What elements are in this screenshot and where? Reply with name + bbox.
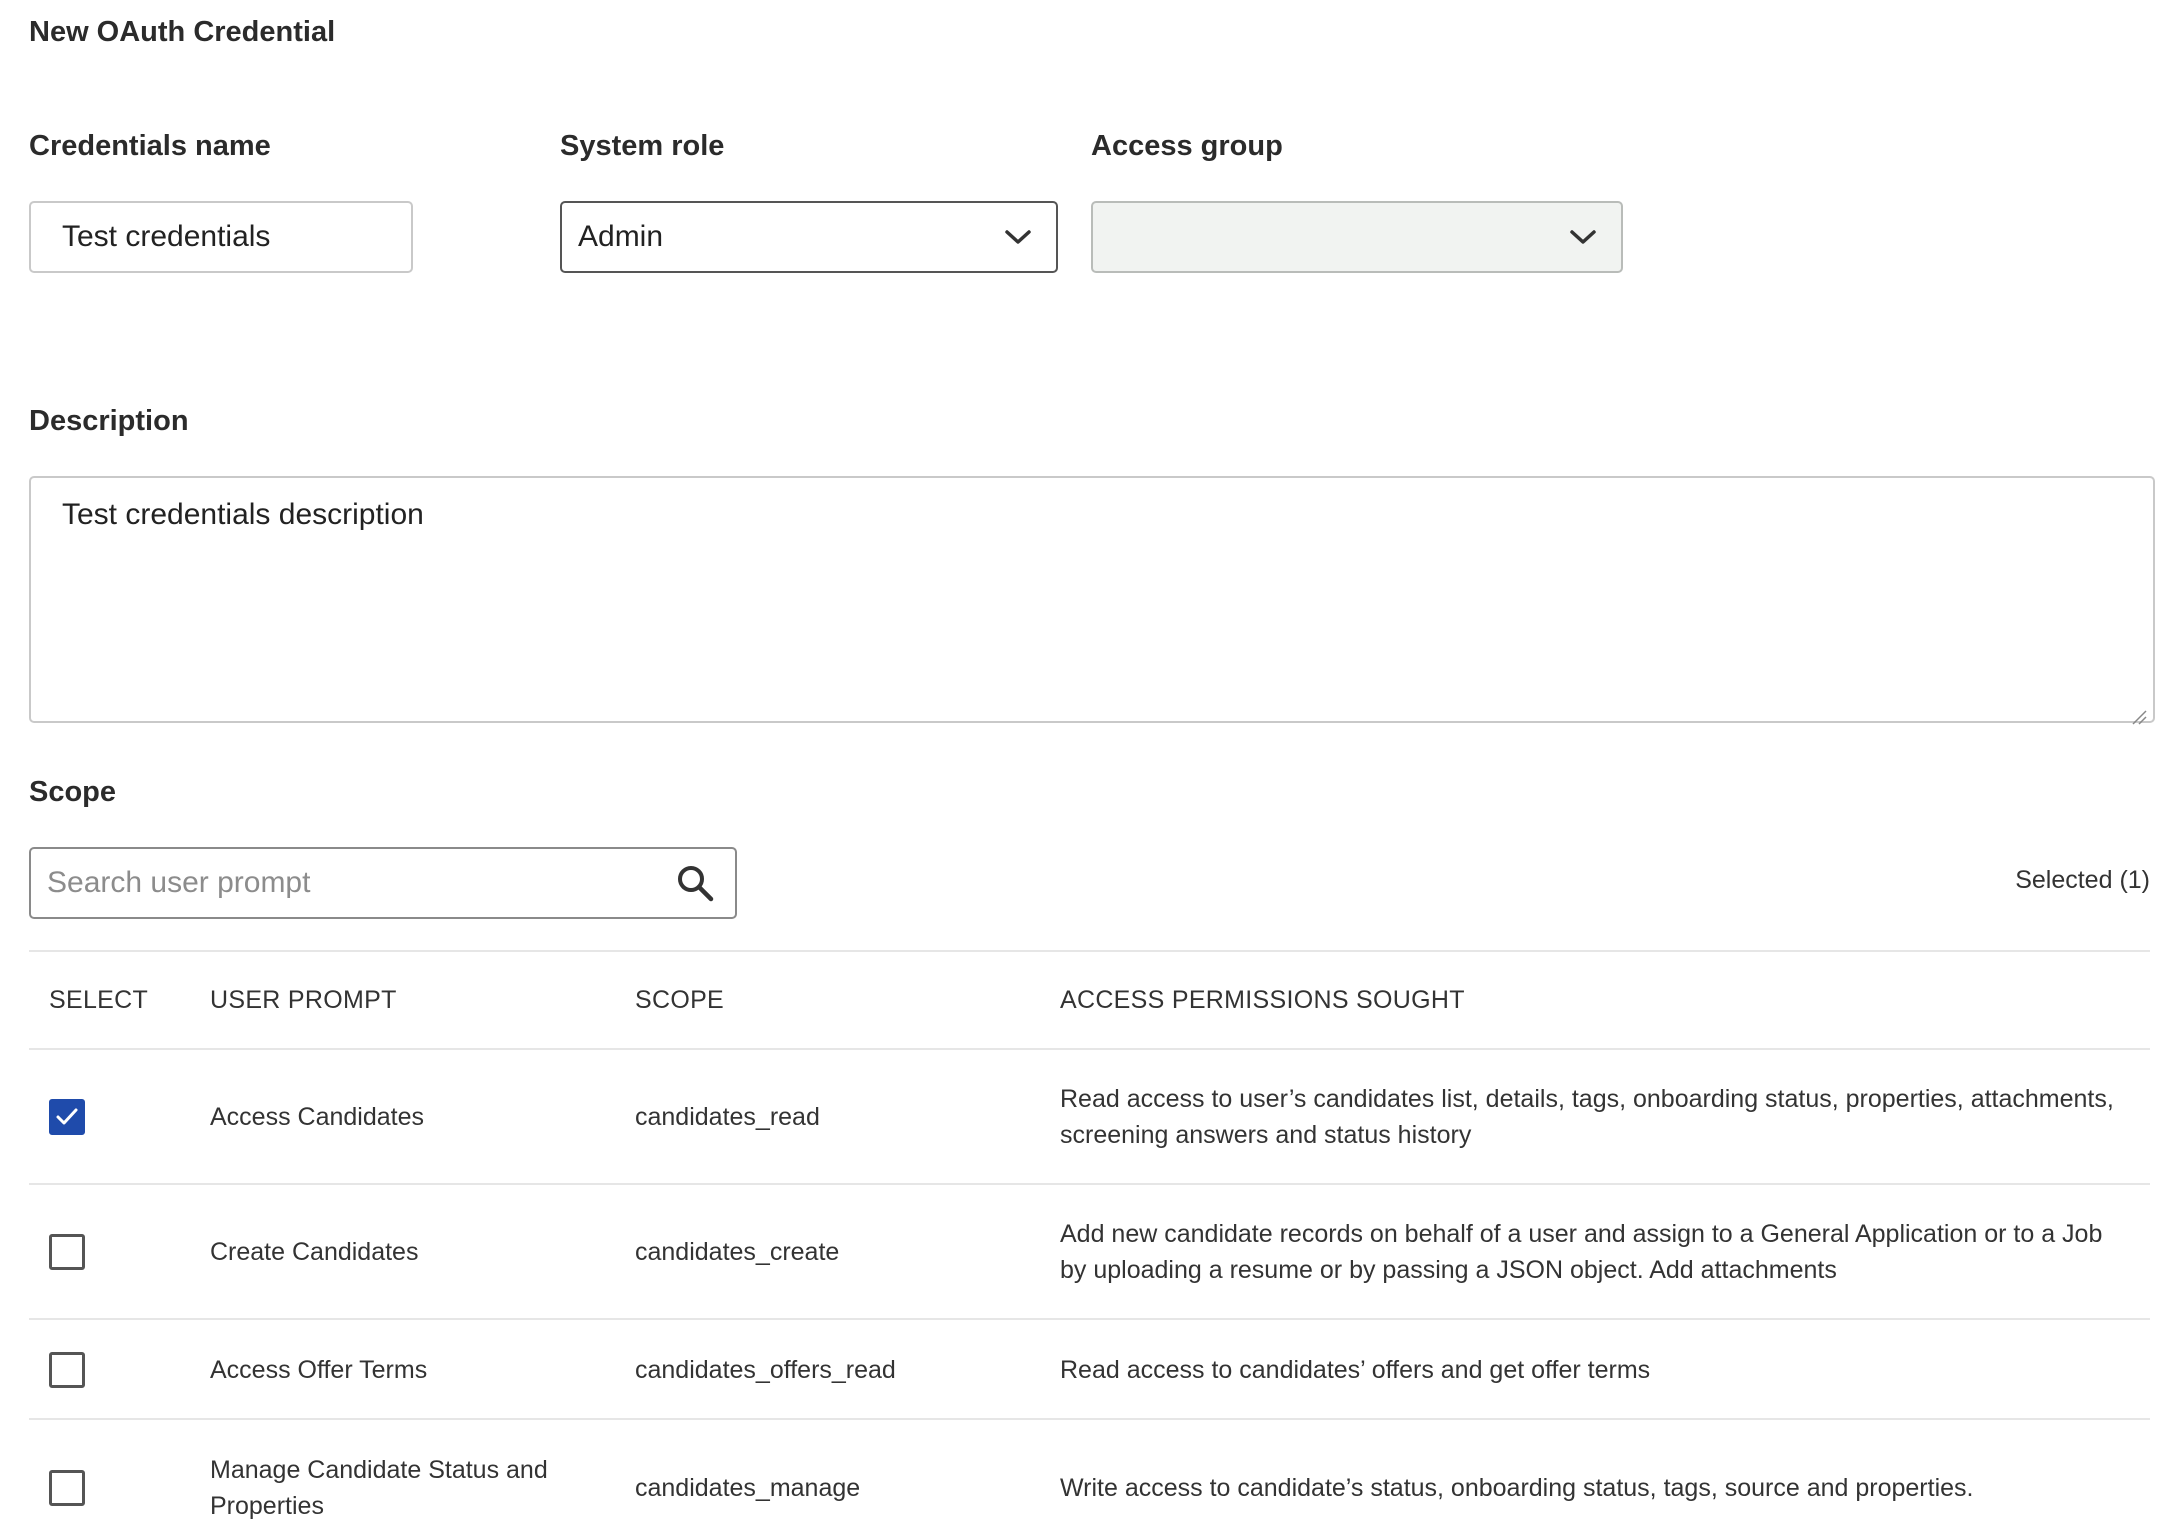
column-header-permissions: ACCESS PERMISSIONS SOUGHT [1060,986,1465,1014]
access-group-select[interactable] [1091,201,1623,273]
search-box[interactable] [29,847,737,919]
selected-count: Selected (1) [2015,866,2150,894]
user-prompt-cell: Create Candidates [210,1238,419,1266]
user-prompt-cell: Manage Candidate Status and Properties [210,1456,548,1520]
description-label: Description [29,405,189,437]
column-header-scope: SCOPE [635,986,725,1014]
table-divider [29,1048,2150,1050]
permissions-cell: Write access to candidate’s status, onbo… [1060,1474,1974,1502]
checkmark-icon [56,1108,78,1125]
column-header-select: SELECT [49,986,149,1014]
access-group-label: Access group [1091,130,1283,162]
search-icon[interactable] [673,861,717,905]
description-value: Test credentials description [62,498,424,531]
row-checkbox[interactable] [49,1470,85,1506]
scope-cell: candidates_create [635,1238,840,1266]
table-divider [29,950,2150,952]
credentials-name-label: Credentials name [29,130,271,162]
user-prompt-cell: Access Offer Terms [210,1356,428,1384]
table-divider [29,1318,2150,1320]
user-prompt-cell: Access Candidates [210,1103,425,1131]
permissions-cell: Read access to user’s candidates list, d… [1060,1085,2114,1149]
chevron-down-icon [1561,215,1605,259]
credentials-name-value: Test credentials [62,220,271,253]
system-role-value: Admin [578,220,664,253]
credentials-name-input[interactable]: Test credentials [29,201,413,273]
description-textarea[interactable]: Test credentials description [29,476,2155,725]
table-divider [29,1183,2150,1185]
row-checkbox[interactable] [49,1099,85,1135]
permissions-cell: Read access to candidates’ offers and ge… [1060,1356,1651,1384]
scope-cell: candidates_offers_read [635,1356,896,1384]
chevron-down-icon [996,215,1040,259]
row-checkbox[interactable] [49,1352,85,1388]
page-title: New OAuth Credential [29,16,336,48]
table-divider [29,1418,2150,1420]
scope-cell: candidates_manage [635,1474,861,1502]
search-input[interactable] [47,866,647,900]
column-header-user-prompt: USER PROMPT [210,986,397,1014]
scope-cell: candidates_read [635,1103,820,1131]
row-checkbox[interactable] [49,1234,85,1270]
resize-handle-icon[interactable] [2131,699,2147,725]
permissions-cell: Add new candidate records on behalf of a… [1060,1220,2103,1284]
scope-label: Scope [29,776,117,808]
system-role-label: System role [560,130,725,162]
system-role-select[interactable]: Admin [560,201,1058,273]
